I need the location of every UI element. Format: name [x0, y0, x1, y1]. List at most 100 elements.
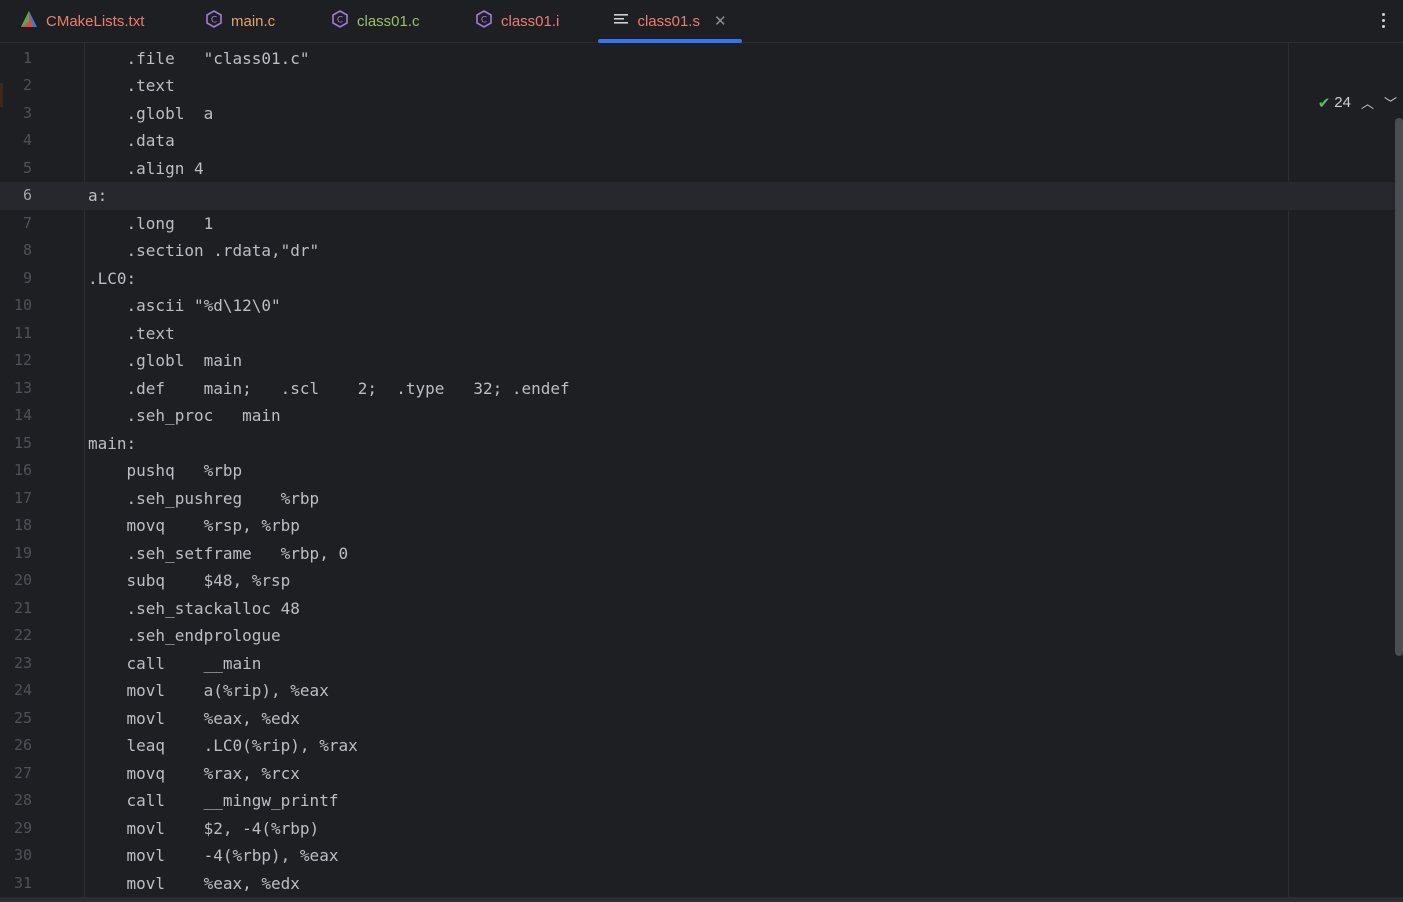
code-line[interactable]: 23 call __main [0, 650, 1395, 678]
line-number: 3 [22, 103, 32, 122]
code-line[interactable]: 22 .seh_endprologue [0, 622, 1395, 650]
code-text: .long 1 [88, 213, 214, 233]
code-text: .globl a [88, 103, 214, 123]
line-number: 23 [13, 653, 32, 672]
tab-class01-c[interactable]: C class01.c [331, 0, 420, 42]
code-line[interactable]: 6 a: [0, 182, 1395, 210]
line-number: 10 [13, 296, 32, 314]
code-line[interactable]: 30 movl -4(%rbp), %eax [0, 842, 1395, 870]
code-line[interactable]: 15 main: [0, 430, 1395, 458]
line-number: 2 [22, 76, 32, 94]
chevron-down-icon[interactable]: ﹀ [1384, 93, 1397, 112]
line-number: 28 [13, 791, 32, 809]
code-text: .text [88, 323, 175, 343]
check-icon: ✔ [1317, 94, 1331, 112]
code-text: movl a(%rip), %eax [88, 681, 329, 700]
code-text: .globl main [88, 351, 243, 370]
code-line[interactable]: 11 .text [0, 320, 1395, 348]
code-line[interactable]: 21 .seh_stackalloc 48 [0, 595, 1395, 623]
line-number: 6 [22, 186, 32, 204]
code-text: .seh_pushreg %rbp [88, 488, 320, 508]
code-line[interactable]: 7 .long 1 [0, 210, 1395, 238]
line-number: 14 [13, 406, 32, 424]
c-file-icon: C [475, 10, 493, 32]
code-line[interactable]: 19 .seh_setframe %rbp, 0 [0, 540, 1395, 568]
code-line[interactable]: 8 .section .rdata,"dr" [0, 237, 1395, 265]
vertical-scrollbar[interactable] [1395, 118, 1403, 656]
line-number: 31 [13, 873, 32, 892]
code-line[interactable]: 1 .file "class01.c" [0, 45, 1395, 73]
code-line[interactable]: 13 .def main; .scl 2; .type 32; .endef [0, 375, 1395, 403]
code-line[interactable]: 16 pushq %rbp [0, 457, 1395, 485]
line-number: 26 [13, 736, 32, 754]
code-line[interactable]: 5 .align 4 [0, 155, 1395, 183]
tab-class01-s[interactable]: class01.s ✕ [598, 0, 742, 43]
code-line[interactable]: 2 .text [0, 72, 1395, 100]
code-line[interactable]: 20 subq $48, %rsp [0, 567, 1395, 595]
code-text: a: [88, 186, 108, 205]
code-text: pushq %rbp [88, 461, 243, 480]
bottom-border [0, 897, 1403, 902]
tab-label: class01.c [357, 12, 420, 30]
chevron-up-icon[interactable]: ︿ [1361, 93, 1374, 112]
line-number: 4 [22, 131, 32, 149]
tab-label: CMakeLists.txt [46, 12, 145, 30]
code-text: movl %eax, %edx [88, 708, 300, 728]
code-editor[interactable]: 1 .file "class01.c" 2 .text 3 .globl a4 .d… [0, 43, 1403, 897]
code-line[interactable]: 10 .ascii "%d\12\0" [0, 292, 1395, 320]
line-number: 8 [22, 241, 32, 259]
code-line[interactable]: 29 movl $2, -4(%rbp) [0, 815, 1395, 843]
line-number: 9 [22, 268, 32, 287]
code-text: .file "class01.c" [88, 48, 310, 68]
line-number: 7 [22, 213, 32, 232]
code-line[interactable]: 27 movq %rax, %rcx [0, 760, 1395, 788]
tab-main-c[interactable]: C main.c [205, 0, 275, 42]
line-number: 20 [13, 571, 32, 589]
line-number: 29 [13, 818, 32, 837]
cmake-icon [20, 10, 38, 32]
code-line[interactable]: 24 movl a(%rip), %eax [0, 677, 1395, 705]
tab-cmakelists[interactable]: CMakeLists.txt [20, 0, 144, 42]
code-line[interactable]: 4 .data [0, 127, 1395, 155]
line-number: 30 [13, 846, 32, 864]
tab-label: main.c [231, 12, 276, 30]
code-text: .align 4 [88, 158, 204, 178]
code-line[interactable]: 3 .globl a [0, 100, 1395, 128]
code-line[interactable]: 31 movl %eax, %edx [0, 870, 1395, 898]
inspection-count: 24 [1334, 94, 1351, 111]
line-number: 5 [22, 158, 32, 177]
line-number: 15 [13, 433, 32, 452]
line-number: 22 [13, 626, 32, 644]
code-line[interactable]: 26 leaq .LC0(%rip), %rax [0, 732, 1395, 760]
inspection-widget[interactable]: ✔ 24 ︿ ﹀ [1318, 93, 1397, 112]
code-text: .seh_endprologue [88, 626, 281, 645]
code-line[interactable]: 9 .LC0: [0, 265, 1395, 293]
line-number: 17 [13, 488, 32, 507]
tab-label: class01.i [501, 12, 560, 30]
editor-tab-bar: CMakeLists.txt C main.c C class01.c C cl… [0, 0, 1403, 43]
line-number: 27 [13, 763, 32, 782]
code-text: .LC0: [88, 268, 137, 288]
line-number: 25 [13, 708, 32, 727]
code-text: movq %rsp, %rbp [88, 516, 300, 535]
code-text: .def main; .scl 2; .type 32; .endef [88, 378, 570, 398]
code-line[interactable]: 17 .seh_pushreg %rbp [0, 485, 1395, 513]
code-text: .data [88, 131, 175, 150]
close-icon[interactable]: ✕ [714, 14, 727, 29]
tab-class01-i[interactable]: C class01.i [475, 0, 559, 42]
code-text: movq %rax, %rcx [88, 763, 300, 783]
line-number: 12 [13, 351, 32, 369]
line-number: 13 [13, 378, 32, 397]
code-line[interactable]: 18 movq %rsp, %rbp [0, 512, 1395, 540]
code-text: .seh_stackalloc 48 [88, 598, 300, 618]
code-text: leaq .LC0(%rip), %rax [88, 736, 358, 755]
code-line[interactable]: 28 call __mingw_printf [0, 787, 1395, 815]
line-number: 21 [13, 598, 32, 617]
more-options-icon[interactable] [1375, 8, 1391, 32]
code-line[interactable]: 12 .globl main [0, 347, 1395, 375]
code-text: movl -4(%rbp), %eax [88, 846, 339, 865]
code-line[interactable]: 14 .seh_proc main [0, 402, 1395, 430]
code-line[interactable]: 25 movl %eax, %edx [0, 705, 1395, 733]
code-text: movl %eax, %edx [88, 873, 300, 893]
line-number: 18 [13, 516, 32, 534]
